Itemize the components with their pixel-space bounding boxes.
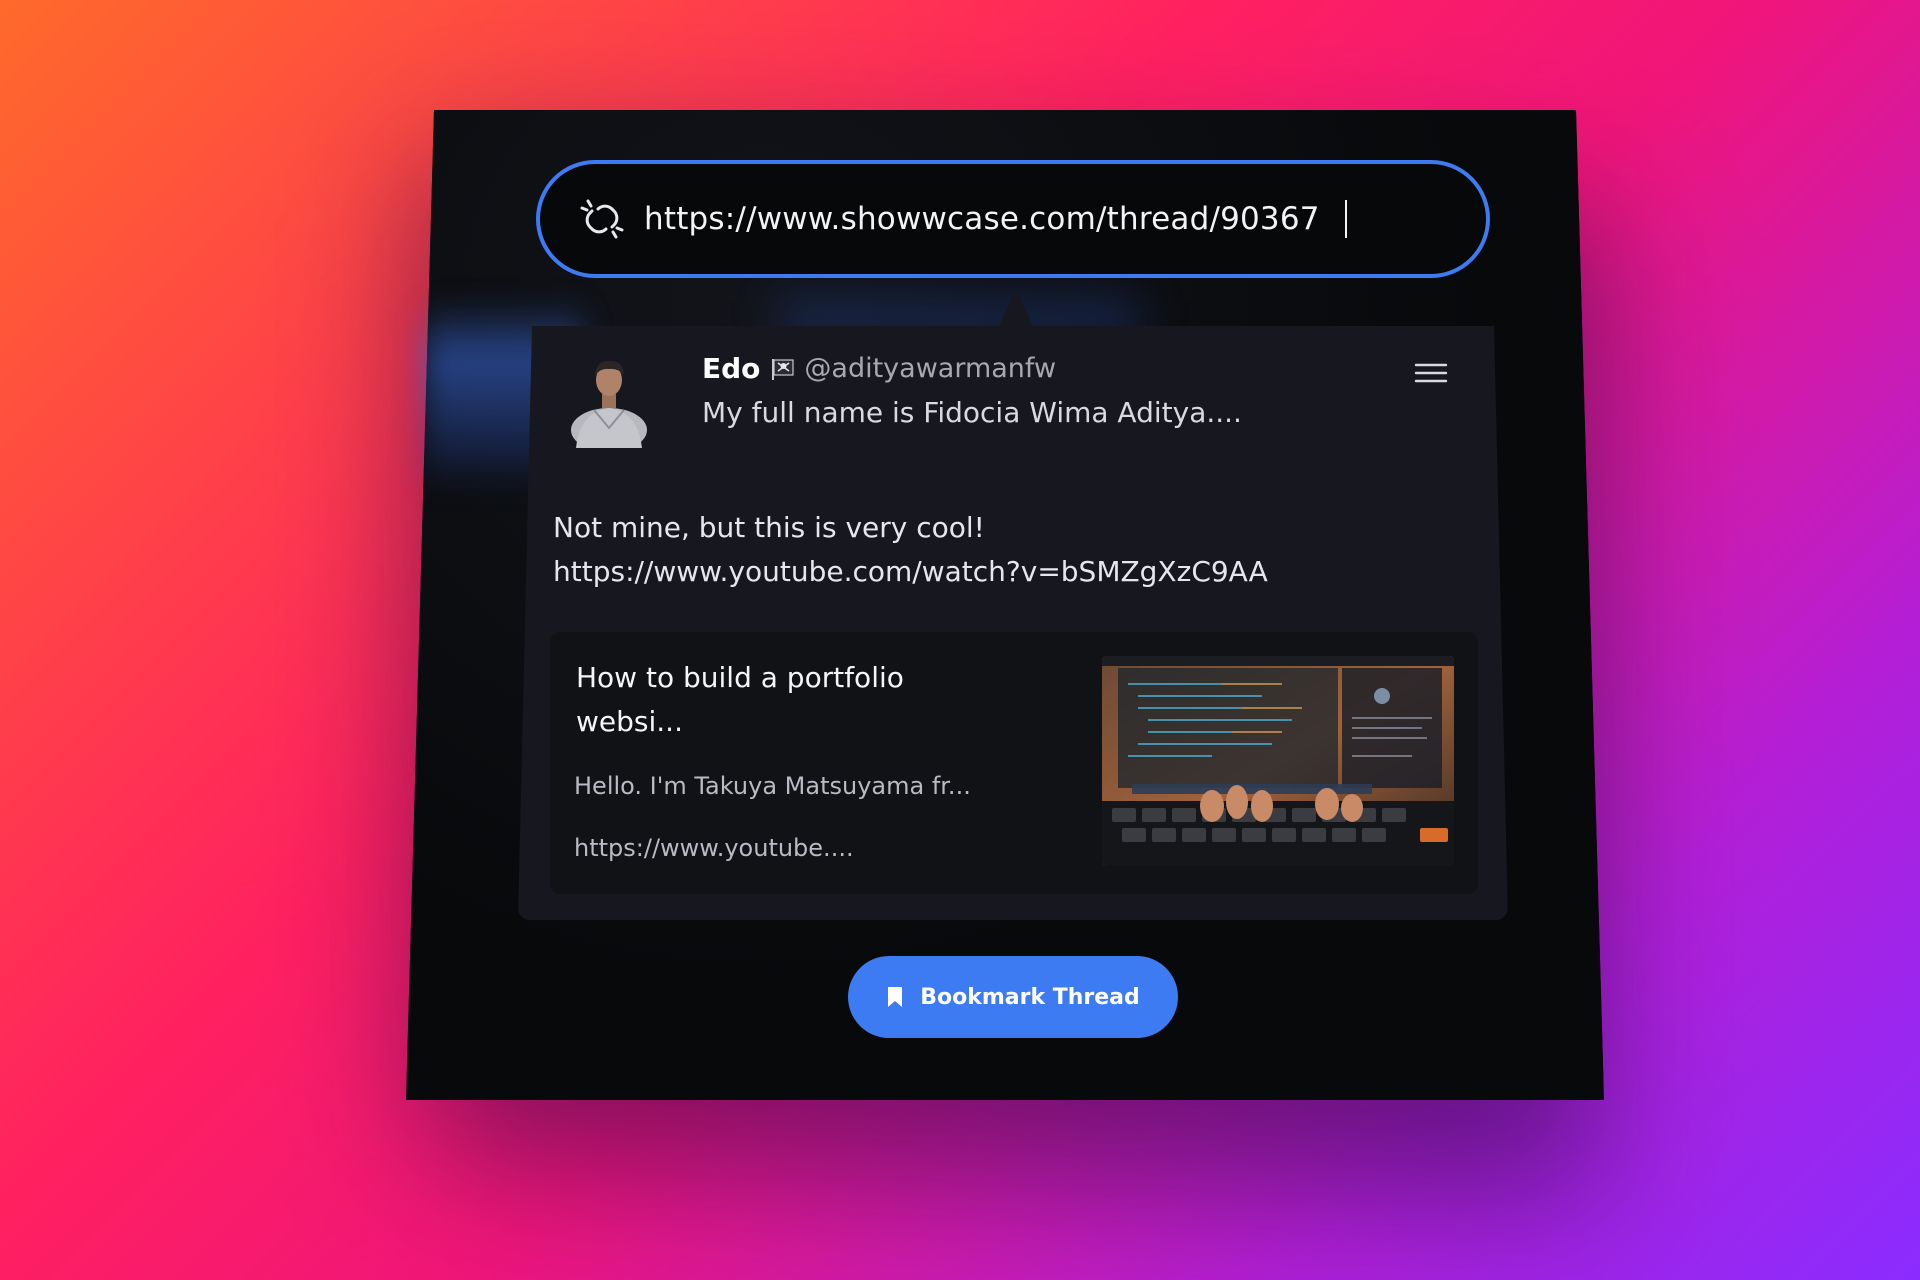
pirate-flag-icon: [772, 358, 795, 380]
card-pointer: [998, 290, 1034, 328]
author-bio: My full name is Fidocia Wima Aditya....: [702, 396, 1242, 429]
hamburger-menu-icon[interactable]: [1414, 362, 1448, 384]
author-handle[interactable]: @adityawarmanfw: [804, 353, 1056, 384]
url-input[interactable]: https://www.showwcase.com/thread/90367: [644, 201, 1344, 237]
thread-body-text: Not mine, but this is very cool!: [553, 511, 985, 544]
link-preview-url: https://www.youtube....: [574, 834, 854, 862]
url-bar[interactable]: https://www.showwcase.com/thread/90367: [536, 160, 1490, 278]
link-preview-thumbnail: [1102, 656, 1454, 866]
thread-body-link[interactable]: https://www.youtube.com/watch?v=bSMZgXzC…: [553, 550, 1268, 594]
author-row: Edo @adityawarmanfw: [702, 352, 1056, 385]
avatar: [571, 360, 647, 448]
link-broken-icon: [580, 199, 624, 239]
bookmark-thread-label: Bookmark Thread: [920, 984, 1140, 1010]
link-preview-title: How to build a portfolio websi...: [576, 661, 904, 738]
bookmark-thread-button[interactable]: Bookmark Thread: [848, 956, 1178, 1038]
link-preview-description: Hello. I'm Takuya Matsuyama fr...: [574, 772, 971, 800]
text-caret: [1345, 200, 1347, 238]
author-name[interactable]: Edo: [702, 352, 760, 385]
thread-body: Not mine, but this is very cool! https:/…: [553, 506, 1268, 594]
bookmark-icon: [888, 987, 903, 1007]
